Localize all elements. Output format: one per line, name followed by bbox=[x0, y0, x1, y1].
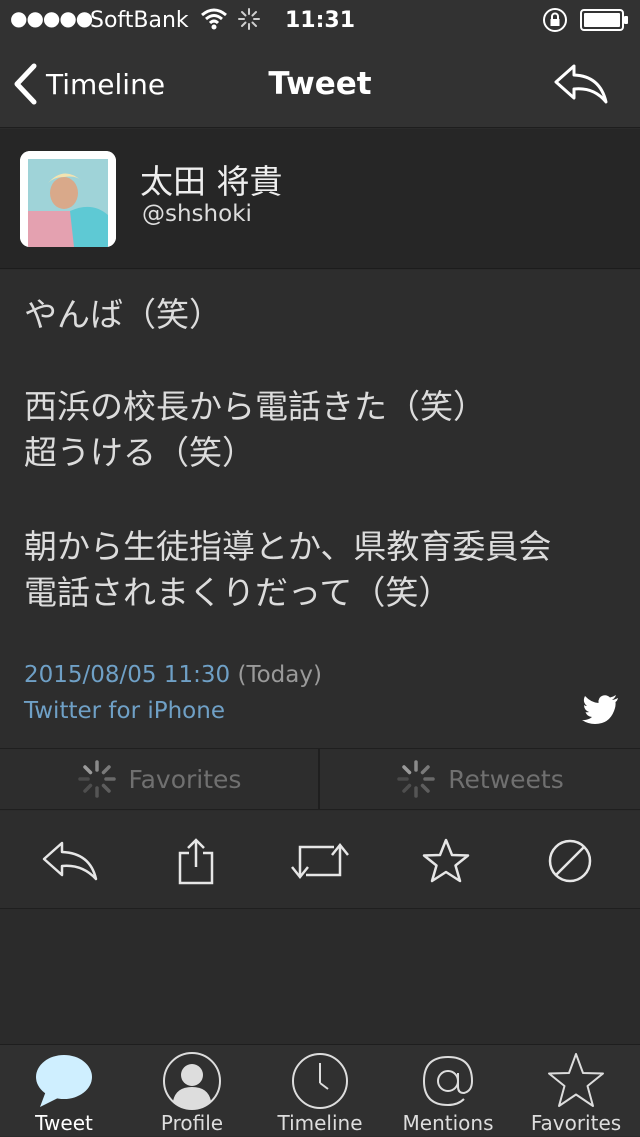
rotation-lock-icon bbox=[542, 7, 568, 39]
tab-tweet[interactable]: Tweet bbox=[0, 1045, 128, 1137]
user-display-name: 太田 将貴 bbox=[140, 162, 283, 201]
loading-spinner-icon bbox=[77, 760, 116, 798]
speech-bubble-icon bbox=[36, 1055, 92, 1107]
tweet-body: やんば（笑） 西浜の校長から電話きた（笑） 超うける（笑） 朝から生徒指導とか、… bbox=[0, 270, 640, 748]
tweet-date: 2015/08/05 11:30 bbox=[24, 662, 231, 688]
reply-arrow-icon bbox=[554, 64, 608, 104]
user-header: 太田 将貴 @shshoki bbox=[0, 129, 640, 269]
at-sign-icon bbox=[422, 1055, 474, 1107]
navigation-bar: Timeline Tweet bbox=[0, 40, 640, 128]
tab-label: Timeline bbox=[277, 1111, 363, 1135]
battery-icon bbox=[580, 9, 630, 37]
tweet-text-line: やんば（笑） bbox=[24, 295, 222, 334]
tab-label: Mentions bbox=[402, 1111, 494, 1135]
tweet-text-line: 西浜の校長から電話きた（笑） bbox=[24, 387, 486, 426]
counts-bar: Favorites Retweets bbox=[0, 748, 640, 810]
page-title: Tweet bbox=[268, 66, 372, 102]
share-action-button[interactable] bbox=[164, 831, 228, 891]
tab-mentions[interactable]: Mentions bbox=[384, 1045, 512, 1137]
tab-timeline[interactable]: Timeline bbox=[256, 1045, 384, 1137]
retweet-action-button[interactable] bbox=[288, 831, 352, 891]
reply-button[interactable] bbox=[552, 62, 610, 110]
user-handle: @shshoki bbox=[142, 201, 252, 227]
star-icon bbox=[422, 838, 470, 883]
retweets-label: Retweets bbox=[448, 764, 564, 794]
tab-label: Profile bbox=[160, 1111, 224, 1135]
avatar-image bbox=[20, 151, 116, 247]
tab-favorites[interactable]: Favorites bbox=[512, 1045, 640, 1137]
tab-bar: Tweet Profile Timeline Mentions Favorite… bbox=[0, 1044, 640, 1136]
tweet-text-line: 電話されまくりだって（笑） bbox=[24, 573, 452, 612]
tweet-actions-bar bbox=[0, 811, 640, 909]
clock-icon bbox=[292, 1053, 348, 1109]
block-action-button[interactable] bbox=[538, 831, 602, 891]
tab-label: Tweet bbox=[35, 1111, 93, 1135]
favorites-count-button[interactable]: Favorites bbox=[0, 749, 318, 809]
share-icon bbox=[178, 838, 214, 885]
twitter-bird-icon bbox=[582, 694, 620, 730]
person-icon bbox=[163, 1052, 221, 1110]
status-bar: ●●●●● SoftBank 11:31 bbox=[0, 0, 640, 40]
tab-label: Favorites bbox=[530, 1111, 622, 1135]
favorites-label: Favorites bbox=[128, 764, 242, 794]
tab-profile[interactable]: Profile bbox=[128, 1045, 256, 1137]
tweet-source-link[interactable]: Twitter for iPhone bbox=[24, 698, 225, 724]
tweet-relative-date: (Today) bbox=[237, 662, 322, 688]
favorite-action-button[interactable] bbox=[414, 831, 478, 891]
loading-spinner-icon bbox=[397, 760, 436, 798]
retweet-icon bbox=[291, 842, 349, 880]
tweet-timestamp: 2015/08/05 11:30 (Today) bbox=[24, 662, 322, 688]
star-icon bbox=[548, 1053, 604, 1107]
block-icon bbox=[548, 839, 592, 883]
avatar[interactable] bbox=[20, 151, 116, 247]
retweets-count-button[interactable]: Retweets bbox=[320, 749, 640, 809]
reply-action-button[interactable] bbox=[38, 831, 102, 891]
reply-arrow-icon bbox=[42, 841, 98, 881]
tweet-text-line: 超うける（笑） bbox=[24, 433, 255, 472]
tweet-text-line: 朝から生徒指導とか、県教育委員会 bbox=[24, 527, 552, 566]
